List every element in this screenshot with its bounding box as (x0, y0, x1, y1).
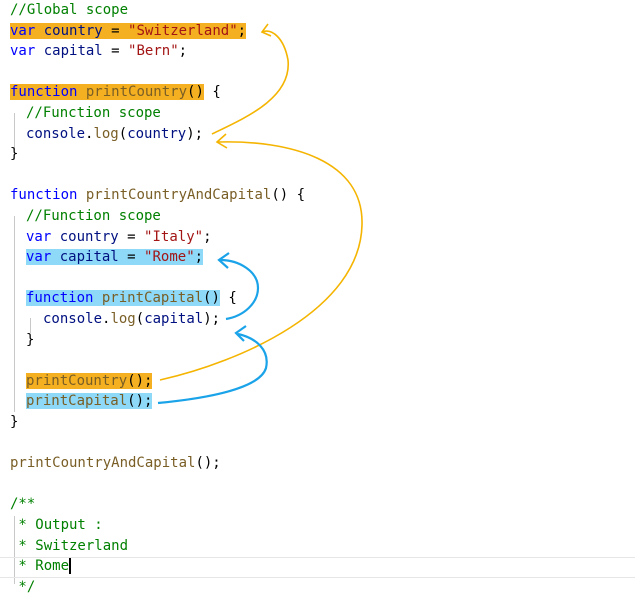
operator: = (102, 22, 129, 39)
code-line-27: * Switzerland (10, 536, 128, 557)
code-line-25: /** (10, 494, 35, 515)
code-line-6: //Function scope (26, 103, 161, 124)
code-editor[interactable]: //Global scope var country = "Switzerlan… (0, 0, 635, 599)
comment: /** (10, 496, 36, 513)
function-call: printCapital (26, 393, 128, 410)
indent-guide (14, 216, 15, 412)
object-name: console (26, 125, 86, 142)
keyword: var (10, 22, 36, 39)
operator: = (118, 228, 145, 245)
highlight-printcountry-definition: function printCountry() (10, 84, 204, 101)
brace: { (219, 290, 237, 307)
comment: //Function scope (26, 105, 161, 121)
text-cursor (69, 558, 71, 575)
arrow-printcapital-call-to-definition (157, 325, 268, 405)
keyword: var (26, 249, 52, 266)
keyword: var (26, 228, 52, 245)
highlight-printcapital-definition: function printCapital() (26, 290, 220, 307)
highlight-printcountry-call: printCountry(); (26, 372, 153, 389)
code-line-20: printCapital(); (26, 391, 153, 412)
parens: () (187, 84, 204, 101)
code-line-5: function printCountry() { (10, 82, 221, 103)
code-line-21: } (10, 412, 18, 433)
code-line-16: console.log(capital); (43, 309, 220, 330)
code-line-29: */ (10, 577, 35, 598)
argument: capital (144, 311, 204, 327)
variable-name: capital (59, 249, 119, 266)
variable-name: country (43, 22, 103, 39)
current-line-highlight (0, 557, 635, 578)
code-line-26: * Output : (10, 515, 103, 536)
semicolon: ; (203, 228, 212, 245)
semicolon: ; (178, 43, 188, 60)
keyword: function (10, 84, 78, 101)
code-line-17: } (26, 330, 34, 351)
brace: { (203, 84, 221, 101)
keyword: function (26, 290, 94, 307)
code-line-19: printCountry(); (26, 371, 153, 392)
semicolon: ; (194, 249, 204, 266)
string-literal: "Switzerland" (128, 22, 238, 39)
paren-close: ); (203, 311, 221, 327)
paren-open: ( (118, 125, 128, 142)
code-line-10: function printCountryAndCapital() { (10, 185, 305, 206)
code-line-23: printCountryAndCapital(); (10, 453, 221, 474)
paren-close: ); (186, 125, 204, 142)
brace: } (26, 331, 35, 348)
code-line-12: var country = "Italy"; (26, 227, 212, 248)
comment: * Output : (10, 517, 103, 533)
argument: country (127, 125, 187, 142)
string-literal: "Italy" (144, 228, 204, 245)
parens: () (203, 290, 220, 307)
string-literal: "Bern" (128, 43, 179, 60)
operator: = (118, 249, 145, 266)
function-call: printCountry (26, 372, 128, 389)
method-name: log (93, 125, 119, 142)
brace: } (10, 414, 19, 430)
method-name: log (110, 311, 136, 327)
semicolon: ; (237, 22, 247, 39)
operator: = (102, 43, 129, 60)
comment: //Function scope (26, 208, 161, 224)
object-name: console (43, 311, 103, 327)
keyword: function (10, 187, 78, 204)
string-literal: "Rome" (144, 249, 195, 266)
variable-name: capital (43, 43, 103, 60)
code-line-8: } (10, 144, 18, 165)
call-parens: (); (127, 393, 153, 410)
comment: * Switzerland (10, 537, 129, 554)
arrow-log-capital-to-local-capital (217, 252, 260, 321)
call-parens: (); (127, 372, 153, 389)
brace: } (10, 146, 19, 163)
paren-open: ( (135, 311, 145, 327)
code-line-28: * Rome (10, 556, 71, 577)
code-line-2: var country = "Switzerland"; (10, 21, 247, 42)
highlight-global-country: var country = "Switzerland"; (10, 22, 247, 39)
function-name: printCountryAndCapital (85, 187, 272, 204)
code-line-3: var capital = "Bern"; (10, 41, 187, 62)
code-line-7: console.log(country); (26, 124, 203, 145)
comment: */ (10, 578, 36, 595)
code-line-11: //Function scope (26, 206, 161, 227)
highlight-printcapital-call: printCapital(); (26, 393, 153, 410)
highlight-local-capital: var capital = "Rome"; (26, 249, 204, 266)
variable-name: country (59, 228, 119, 245)
call-parens: (); (195, 455, 221, 472)
function-call: printCountryAndCapital (10, 455, 196, 472)
parens-brace: () { (271, 187, 306, 204)
comment: * Rome (10, 558, 70, 575)
comment: //Global scope (10, 2, 129, 18)
function-name: printCountry (85, 84, 188, 101)
code-line-15: function printCapital() { (26, 288, 237, 309)
code-line-13: var capital = "Rome"; (26, 247, 204, 268)
function-name: printCapital (101, 290, 204, 307)
keyword: var (10, 43, 36, 60)
code-line-1: //Global scope (10, 0, 128, 21)
